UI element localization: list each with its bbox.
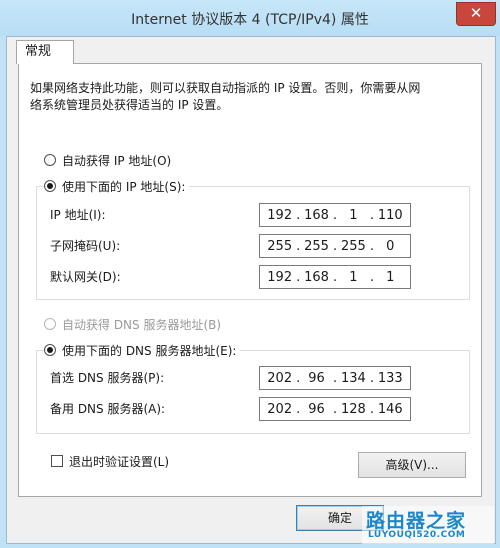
alternate-dns-label: 备用 DNS 服务器(A): (50, 402, 166, 416)
ip-dot: . (296, 370, 301, 386)
manual-ip-option[interactable]: 使用下面的 IP 地址(S): (44, 177, 190, 195)
gateway-octet-1: 192 (267, 269, 293, 285)
auto-dns-option[interactable]: 自动获得 DNS 服务器地址(B) (44, 315, 226, 333)
ip-dot: . (296, 401, 301, 417)
ip-dot: . (332, 238, 338, 254)
auto-ip-label: 自动获得 IP 地址(O) (62, 153, 172, 168)
auto-ip-option[interactable]: 自动获得 IP 地址(O) (44, 151, 176, 169)
manual-ip-label: 使用下面的 IP 地址(S): (62, 179, 186, 194)
ip-dot: . (369, 238, 374, 254)
gateway-octet-4: 1 (386, 269, 395, 285)
gateway-octet-2: 168 (304, 269, 329, 285)
close-icon: ✕ (469, 4, 483, 22)
manual-dns-label: 使用下面的 DNS 服务器地址(E): (62, 343, 237, 358)
ip-dot: . (369, 207, 374, 223)
manual-ip-radio[interactable] (44, 180, 56, 192)
ip-dot: . (369, 269, 374, 285)
preferred-dns-field[interactable]: 202. 96. 134. 133 (259, 366, 411, 390)
adns-octet-2: 96 (308, 401, 325, 417)
description-text: 如果网络支持此功能，则可以获取自动指派的 IP 设置。否则，你需要从网 络系统管… (30, 80, 470, 114)
subnet-mask-label: 子网掩码(U): (50, 239, 121, 253)
pdns-octet-3: 134 (340, 370, 366, 386)
ip-dot: . (332, 370, 338, 386)
pdns-octet-4: 133 (377, 370, 403, 386)
ip-dot: . (296, 269, 301, 285)
mask-octet-2: 255 (304, 238, 329, 254)
watermark-text-en: LUYOUQI520.COM (368, 530, 466, 540)
adns-octet-4: 146 (377, 401, 403, 417)
ip-dot: . (332, 207, 338, 223)
description-line-2: 络系统管理员处获得适当的 IP 设置。 (30, 98, 229, 112)
auto-dns-radio[interactable] (44, 318, 56, 330)
ip-address-field[interactable]: 192. 168. 1. 110 (259, 203, 411, 227)
adns-octet-1: 202 (267, 401, 293, 417)
pdns-octet-2: 96 (308, 370, 325, 386)
validate-on-exit-option[interactable]: 退出时验证设置(L) (51, 452, 169, 470)
ip-dot: . (296, 238, 301, 254)
watermark-logo: 路由器之家 LUYOUQI520.COM (362, 506, 494, 544)
description-line-1: 如果网络支持此功能，则可以获取自动指派的 IP 设置。否则，你需要从网 (30, 81, 421, 95)
advanced-button[interactable]: 高级(V)... (358, 452, 466, 478)
ip-octet-3: 1 (349, 207, 358, 223)
watermark-text-cn: 路由器之家 (366, 510, 467, 532)
ip-dot: . (369, 370, 374, 386)
subnet-mask-field[interactable]: 255. 255. 255. 0 (259, 234, 411, 258)
pdns-octet-1: 202 (267, 370, 293, 386)
window-title: Internet 协议版本 4 (TCP/IPv4) 属性 (131, 12, 369, 28)
mask-octet-4: 0 (386, 238, 395, 254)
mask-octet-3: 255 (340, 238, 366, 254)
ip-octet-1: 192 (267, 207, 293, 223)
ip-dot: . (332, 401, 338, 417)
manual-dns-radio[interactable] (44, 344, 56, 356)
mask-octet-1: 255 (267, 238, 293, 254)
auto-dns-label: 自动获得 DNS 服务器地址(B) (62, 317, 222, 332)
close-button[interactable]: ✕ (456, 2, 496, 26)
title-bar: Internet 协议版本 4 (TCP/IPv4) 属性 ✕ (0, 0, 500, 36)
ip-address-label: IP 地址(I): (50, 208, 106, 222)
validate-on-exit-checkbox[interactable] (51, 455, 63, 467)
dns-group-box (36, 350, 470, 434)
gateway-octet-3: 1 (349, 269, 358, 285)
validate-on-exit-label: 退出时验证设置(L) (69, 454, 170, 469)
alternate-dns-field[interactable]: 202. 96. 128. 146 (259, 397, 411, 421)
tab-general[interactable]: 常规 (16, 40, 74, 64)
default-gateway-label: 默认网关(D): (50, 270, 121, 284)
ip-dot: . (332, 269, 338, 285)
ip-octet-2: 168 (304, 207, 329, 223)
ip-dot: . (296, 207, 301, 223)
preferred-dns-label: 首选 DNS 服务器(P): (50, 371, 165, 385)
ip-dot: . (369, 401, 374, 417)
ip-octet-4: 110 (377, 207, 403, 223)
manual-dns-option[interactable]: 使用下面的 DNS 服务器地址(E): (44, 341, 241, 359)
adns-octet-3: 128 (340, 401, 366, 417)
default-gateway-field[interactable]: 192. 168. 1. 1 (259, 265, 411, 289)
auto-ip-radio[interactable] (44, 154, 56, 166)
